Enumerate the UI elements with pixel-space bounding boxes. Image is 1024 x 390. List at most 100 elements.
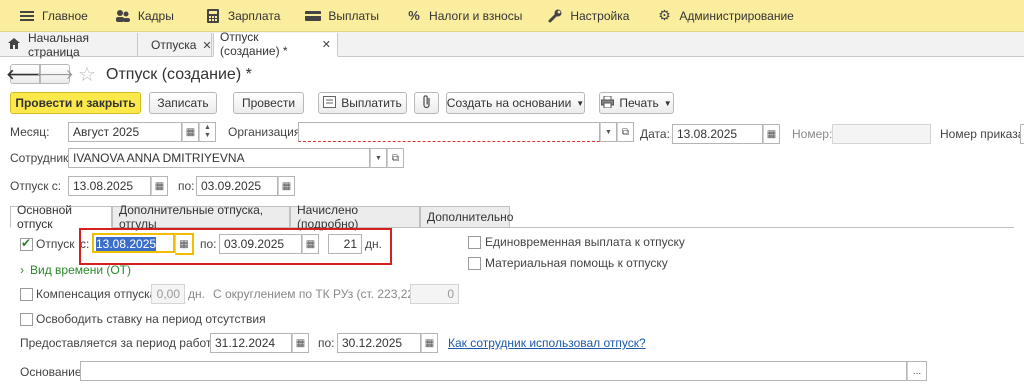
period-label: Предоставляется за период работы с: [20, 336, 233, 350]
wallet-icon [304, 10, 322, 22]
leave-from-label: Отпуск с: [10, 179, 62, 193]
employee-input[interactable]: IVANOVA ANNA DMITRIYEVNA [68, 148, 370, 168]
release-rate-checkbox[interactable] [20, 313, 33, 326]
tab-vacations[interactable]: Отпуска ✕ [145, 33, 212, 57]
basis-input[interactable] [80, 361, 907, 381]
pay-button[interactable]: Выплатить [318, 92, 407, 114]
leave-to-calendar-button[interactable]: ▦ [278, 176, 295, 196]
calendar-icon: ▦ [281, 180, 292, 192]
chevron-down-icon: ▼ [605, 128, 612, 136]
save-button[interactable]: Записать [149, 92, 217, 114]
organization-label: Организация: [228, 125, 304, 139]
compensation-label: Компенсация отпуска [36, 287, 157, 301]
calendar-icon: ▦ [766, 128, 777, 140]
order-number-input[interactable] [1020, 124, 1024, 144]
menu-item-taxes[interactable]: % Налоги и взносы [395, 0, 532, 32]
organization-input[interactable] [298, 122, 600, 142]
tab-additional-vacations[interactable]: Дополнительные отпуска, отгулы [112, 203, 290, 231]
print-button[interactable]: Печать ▼ [599, 92, 674, 114]
menu-item-payments[interactable]: Выплаты [294, 0, 389, 32]
menu-label: Выплаты [328, 8, 380, 23]
attach-button[interactable] [414, 92, 439, 114]
organization-dropdown-button[interactable]: ▼ [600, 122, 617, 142]
menu-label: Кадры [137, 8, 174, 23]
tab-main-vacation[interactable]: Основной отпуск [10, 203, 112, 231]
material-aid-label: Материальная помощь к отпуску [485, 256, 668, 270]
compensation-days-input[interactable]: 0,00 [151, 284, 185, 304]
menu-item-hr[interactable]: Кадры [104, 0, 184, 32]
forward-button[interactable]: 🡒 [36, 64, 74, 84]
calculator-icon [204, 8, 222, 23]
calendar-icon: ▦ [185, 126, 196, 138]
page-title: Отпуск (создание) * [106, 66, 252, 83]
menu-label: Настройка [570, 8, 630, 23]
pay-label: Выплатить [341, 96, 402, 110]
paperclip-icon [422, 94, 432, 112]
calendar-icon: ▦ [295, 337, 306, 349]
ellipsis-icon: ... [912, 365, 922, 377]
order-number-label: Номер приказа: [940, 127, 1024, 141]
people-icon [114, 9, 132, 23]
month-stepper[interactable]: ▲ ▼ [199, 122, 216, 142]
period-from-calendar-button[interactable]: ▦ [292, 333, 309, 353]
open-tabs-bar: Начальная страница Отпуска ✕ Отпуск (созд… [0, 30, 1024, 59]
tab-label: Начальная страница [28, 31, 90, 59]
period-from-input[interactable]: 31.12.2024 [210, 333, 292, 353]
create-based-on-button[interactable]: Создать на основании ▼ [446, 92, 585, 114]
period-to-calendar-button[interactable]: ▦ [421, 333, 438, 353]
open-icon: ⧉ [391, 152, 400, 164]
home-icon [8, 38, 20, 52]
tab-home[interactable]: Начальная страница [0, 31, 138, 59]
period-to-input[interactable]: 30.12.2025 [337, 333, 421, 353]
create-based-label: Создать на основании [446, 96, 572, 110]
number-input[interactable] [832, 124, 931, 144]
month-calendar-button[interactable]: ▦ [182, 122, 199, 142]
chevron-down-icon: ▼ [663, 98, 672, 108]
chevron-down-icon: ▼ [204, 132, 211, 139]
employee-open-button[interactable]: ⧉ [387, 148, 404, 168]
close-icon[interactable]: ✕ [322, 38, 331, 51]
lump-sum-checkbox[interactable] [468, 236, 481, 249]
chevron-down-icon: ▼ [375, 154, 382, 162]
period-to-label: по: [318, 336, 335, 350]
menu-item-admin[interactable]: ⚙ Администрирование [645, 0, 803, 32]
employee-dropdown-button[interactable]: ▼ [370, 148, 387, 168]
main-menu-bar: Главное Кадры Зарплата Выплаты % Налоги и… [0, 0, 1024, 32]
tab-vacation-create[interactable]: Отпуск (создание) * ✕ [213, 30, 338, 58]
tab-label: Отпуска [151, 38, 197, 52]
close-icon[interactable]: ✕ [202, 39, 211, 52]
organization-open-button[interactable]: ⧉ [617, 122, 634, 142]
calendar-icon: ▦ [424, 337, 435, 349]
calendar-icon: ▦ [154, 180, 165, 192]
tab-label: Отпуск (создание) * [220, 30, 288, 58]
post-button[interactable]: Провести [233, 92, 304, 114]
date-calendar-button[interactable]: ▦ [763, 124, 780, 144]
menu-lines-icon [18, 10, 36, 22]
material-aid-checkbox[interactable] [468, 257, 481, 270]
leave-to-input[interactable]: 03.09.2025 [196, 176, 278, 196]
arrow-right-icon: 🡒 [36, 65, 74, 82]
compensation-checkbox[interactable] [20, 288, 33, 301]
leave-from-input[interactable]: 13.08.2025 [68, 176, 151, 196]
time-type-toggle[interactable]: › Вид времени (ОТ) [20, 260, 131, 280]
vacation-checkbox[interactable] [20, 236, 33, 251]
chevron-down-icon: ▼ [576, 98, 585, 108]
menu-label: Администрирование [679, 8, 794, 23]
menu-item-settings[interactable]: Настройка [536, 0, 639, 32]
how-used-vacation-link[interactable]: Как сотрудник использовал отпуск? [448, 333, 646, 353]
chevron-up-icon: ▲ [204, 124, 211, 131]
date-input[interactable]: 13.08.2025 [672, 124, 763, 144]
leave-from-calendar-button[interactable]: ▦ [151, 176, 168, 196]
menu-item-main[interactable]: Главное [8, 0, 98, 32]
tab-accrued-detailed[interactable]: Начислено (подробно) [290, 203, 420, 231]
rounding-input[interactable]: 0 [410, 284, 459, 304]
post-and-close-button[interactable]: Провести и закрыть [10, 92, 141, 114]
month-label: Месяц: [10, 125, 50, 139]
vacation-label: Отпуск [36, 237, 75, 251]
month-input[interactable]: Август 2025 [68, 122, 182, 142]
menu-item-salary[interactable]: Зарплата [194, 0, 291, 32]
tab-additional[interactable]: Дополнительно [420, 206, 513, 228]
basis-select-button[interactable]: ... [907, 361, 927, 381]
favorite-star-icon[interactable]: ☆ [78, 62, 96, 87]
leave-to-label: по: [178, 179, 195, 193]
